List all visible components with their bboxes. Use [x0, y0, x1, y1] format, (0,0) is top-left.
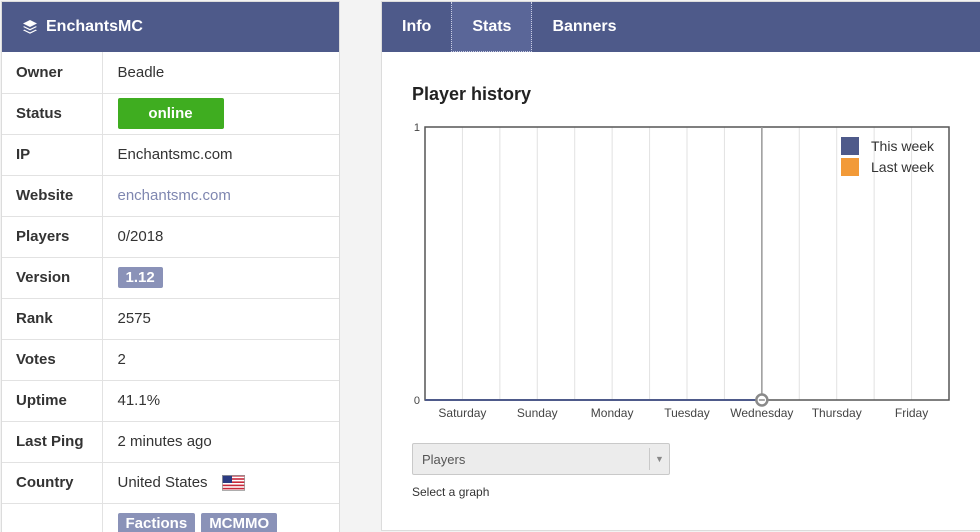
x-tick-label: Wednesday: [730, 406, 793, 420]
rank-value: 2575: [102, 298, 339, 340]
info-row-owner: Owner Beadle: [2, 52, 339, 94]
status-badge: online: [117, 98, 224, 129]
info-row-uptime: Uptime 41.1%: [2, 380, 339, 422]
tags-label: [2, 503, 103, 532]
players-value: 0/2018: [102, 216, 339, 258]
votes-label: Votes: [2, 339, 103, 381]
version-label: Version: [2, 257, 103, 299]
votes-value: 2: [102, 339, 339, 381]
country-value: United States: [117, 473, 208, 491]
version-badge: 1.12: [117, 267, 163, 288]
info-row-last-ping: Last Ping 2 minutes ago: [2, 421, 339, 463]
info-row-status: Status online: [2, 93, 339, 135]
x-tick-label: Sunday: [517, 406, 558, 420]
graph-select-value: Players: [422, 451, 466, 467]
uptime-label: Uptime: [2, 380, 103, 422]
players-label: Players: [2, 216, 103, 258]
status-label: Status: [2, 93, 103, 135]
x-tick-label: Saturday: [438, 406, 486, 420]
graph-select[interactable]: Players ▼: [412, 443, 670, 475]
stats-panel: Info Stats Banners Player history 1 0 Satu…: [381, 1, 980, 531]
owner-value: Beadle: [102, 52, 339, 94]
website-label: Website: [2, 175, 103, 217]
ip-label: IP: [2, 134, 103, 176]
legend-label: Last week: [871, 159, 935, 175]
legend-swatch: [841, 158, 859, 176]
x-tick-label: Friday: [895, 406, 928, 420]
info-row-tags: Factions MCMMO: [2, 503, 339, 532]
y-tick-label: 0: [414, 395, 420, 407]
chevron-down-icon[interactable]: ▼: [649, 448, 669, 470]
uptime-value: 41.1%: [102, 380, 339, 422]
server-name: EnchantsMC: [46, 18, 143, 35]
legend-label: This week: [871, 138, 935, 154]
info-row-votes: Votes 2: [2, 339, 339, 381]
country-label: Country: [2, 462, 103, 504]
y-tick-label: 1: [414, 122, 420, 134]
player-history-chart[interactable]: 1 0 Saturday Sunday Monday Tuesday Wednesday Th…: [382, 2, 980, 442]
x-tick-label: Thursday: [812, 406, 862, 420]
owner-label: Owner: [2, 52, 103, 94]
us-flag-icon: [221, 475, 245, 492]
info-row-version: Version 1.12: [2, 257, 339, 299]
tag-mcmmo[interactable]: MCMMO: [201, 513, 278, 532]
last-ping-value: 2 minutes ago: [102, 421, 339, 463]
info-row-rank: Rank 2575: [2, 298, 339, 340]
server-header: EnchantsMC: [2, 2, 339, 52]
layers-icon: [23, 20, 37, 34]
info-table: Owner Beadle Status online IP Enchantsmc…: [2, 52, 339, 532]
ip-value: Enchantsmc.com: [102, 134, 339, 176]
x-tick-label: Monday: [591, 406, 634, 420]
info-row-country: Country United States: [2, 462, 339, 504]
info-row-website: Website enchantsmc.com: [2, 175, 339, 217]
x-tick-label: Tuesday: [664, 406, 710, 420]
rank-label: Rank: [2, 298, 103, 340]
server-info-panel: EnchantsMC Owner Beadle Status online IP…: [1, 1, 340, 532]
tag-factions[interactable]: Factions: [117, 513, 196, 532]
last-ping-label: Last Ping: [2, 421, 103, 463]
legend-swatch: [841, 137, 859, 155]
info-row-ip: IP Enchantsmc.com: [2, 134, 339, 176]
website-link[interactable]: enchantsmc.com: [118, 187, 231, 204]
graph-select-help: Select a graph: [412, 485, 490, 499]
info-row-players: Players 0/2018: [2, 216, 339, 258]
